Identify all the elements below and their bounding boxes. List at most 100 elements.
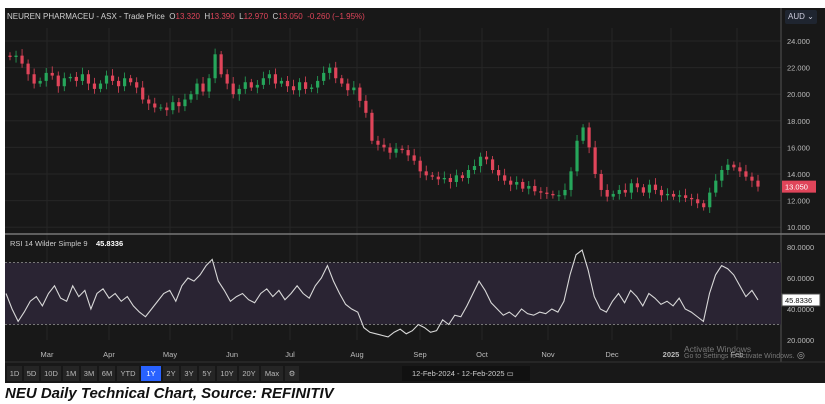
date-range-picker[interactable]: 12-Feb-2024 - 12-Feb-2025 ▭	[402, 366, 530, 381]
time-tick-label: Jun	[226, 350, 238, 359]
candle-body	[273, 74, 278, 84]
price-tick-label: 22.000	[787, 64, 810, 73]
timeframe-button-1d[interactable]: 1D	[7, 366, 22, 381]
time-tick-label: Sep	[413, 350, 426, 359]
timeframe-button-5d[interactable]: 5D	[24, 366, 39, 381]
candle-body	[382, 144, 386, 148]
price-tick-label: 20.000	[787, 90, 810, 99]
candle-body	[74, 76, 78, 81]
candle-body	[388, 147, 392, 153]
candle-body	[249, 82, 253, 88]
price-tick-label: 16.000	[787, 143, 810, 152]
candle-body	[225, 74, 229, 84]
time-tick-label: Jul	[285, 350, 295, 359]
timeframe-button-1y[interactable]: 1Y	[141, 366, 161, 381]
candle-body	[171, 102, 175, 111]
timeframe-button-10y[interactable]: 10Y	[217, 366, 237, 381]
last-price-label: 13.050	[785, 183, 808, 192]
candle-body	[316, 80, 320, 88]
currency-select[interactable]: AUD ⌄	[785, 10, 817, 24]
time-tick-label: Apr	[103, 350, 115, 359]
candle-body	[611, 193, 615, 197]
candle-body	[448, 177, 452, 182]
candle-body	[400, 148, 404, 151]
candle-body	[364, 100, 368, 113]
timeframe-button-1m[interactable]: 1M	[63, 366, 79, 381]
candle-body	[503, 175, 507, 181]
candle-body	[696, 199, 700, 204]
candle-body	[744, 171, 748, 177]
change-value: -0.260 (−1.95%)	[307, 12, 365, 21]
candle-body	[237, 88, 241, 95]
candle-body	[32, 74, 36, 84]
candle-body	[527, 185, 531, 189]
candle-body	[310, 87, 314, 89]
candle-body	[714, 180, 718, 193]
time-tick-label: Aug	[350, 350, 363, 359]
candle-body	[189, 94, 193, 100]
candle-body	[665, 193, 670, 196]
candle-body	[213, 54, 217, 79]
time-tick-label: May	[163, 350, 177, 359]
candle-body	[177, 102, 181, 107]
candle-body	[466, 170, 471, 178]
timeframe-button-6m[interactable]: 6M	[99, 366, 115, 381]
candle-body	[62, 78, 66, 87]
candle-body	[261, 78, 265, 85]
price-tick-label: 12.000	[787, 197, 810, 206]
close-value: 13.050	[278, 12, 303, 21]
candle-body	[497, 170, 501, 176]
candle-body	[635, 183, 639, 188]
candle-body	[472, 166, 477, 171]
time-tick-label: Nov	[541, 350, 555, 359]
candle-body	[454, 175, 458, 182]
candle-body	[394, 148, 398, 153]
timeframe-button-max[interactable]: Max	[261, 366, 283, 381]
candle-body	[750, 176, 754, 181]
timeframe-button-ytd[interactable]: YTD	[117, 366, 139, 381]
timeframe-button-3y[interactable]: 3Y	[181, 366, 197, 381]
candle-body	[412, 155, 416, 161]
candle-body	[8, 55, 12, 57]
candle-body	[26, 63, 30, 75]
price-tick-label: 10.000	[787, 223, 810, 232]
candle-body	[153, 103, 157, 108]
candle-body	[86, 74, 91, 84]
candle-body	[346, 83, 350, 91]
candle-body	[593, 147, 597, 174]
settings-gear-icon[interactable]: ⚙	[285, 366, 299, 381]
timeframe-button-3m[interactable]: 3M	[81, 366, 97, 381]
candle-body	[575, 140, 579, 172]
candle-body	[303, 82, 308, 89]
symbol-title: NEUREN PHARMACEU - ASX - Trade Price	[7, 12, 165, 21]
calendar-icon[interactable]: ▭	[507, 369, 514, 378]
date-range-text: 12-Feb-2024 - 12-Feb-2025	[412, 369, 505, 378]
low-value: 12.970	[243, 12, 269, 21]
timeframe-button-2y[interactable]: 2Y	[163, 366, 179, 381]
candle-body	[147, 99, 151, 104]
rsi-band	[5, 262, 781, 325]
candle-body	[677, 195, 682, 197]
axis-settings-icon[interactable]: ◎	[797, 351, 805, 361]
timeframe-button-5y[interactable]: 5Y	[199, 366, 215, 381]
candle-body	[756, 180, 760, 187]
candle-body	[659, 189, 664, 196]
candle-body	[352, 87, 356, 91]
candle-body	[430, 175, 434, 177]
timeframe-button-10d[interactable]: 10D	[41, 366, 61, 381]
candle-body	[732, 164, 736, 168]
candle-body	[708, 192, 712, 208]
candle-body	[98, 83, 103, 89]
activate-windows-watermark: Activate Windows Go to Settings to activa…	[684, 345, 795, 361]
candle-body	[629, 183, 633, 193]
candle-body	[322, 72, 326, 81]
candle-body	[460, 175, 465, 178]
candle-body	[231, 83, 235, 95]
candle-body	[56, 75, 60, 87]
candle-body	[370, 112, 374, 141]
timeframe-button-20y[interactable]: 20Y	[239, 366, 259, 381]
candle-body	[141, 87, 145, 100]
price-tick-label: 18.000	[787, 117, 810, 126]
candle-body	[92, 83, 97, 89]
candle-body	[135, 82, 139, 88]
